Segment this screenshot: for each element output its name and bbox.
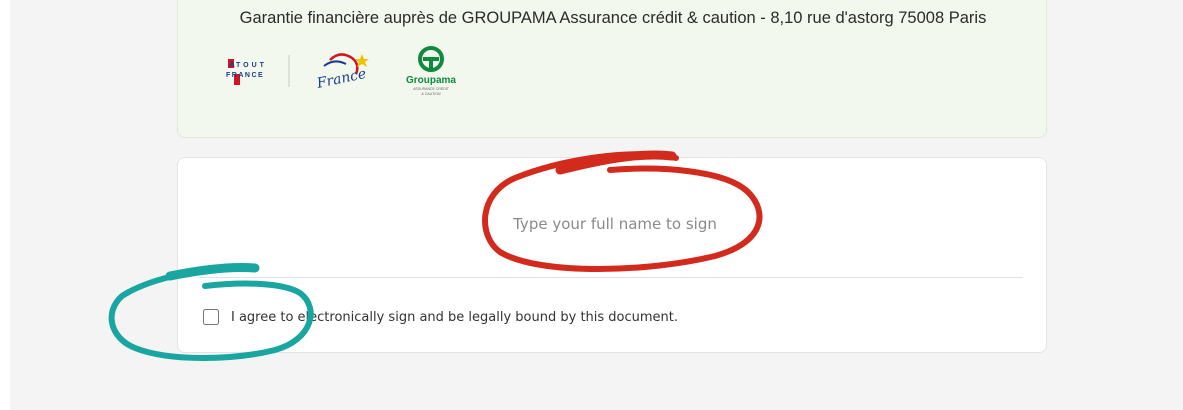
full-name-signature-input[interactable]: [378, 193, 852, 255]
signature-line: [198, 277, 1023, 278]
groupama-subtext-2: & CAUTION: [421, 92, 441, 96]
france-logo: France: [315, 53, 369, 92]
signature-card: I agree to electronically sign and be le…: [177, 157, 1047, 353]
groupama-subtext-1: ASSURANCE CRÉDIT: [413, 86, 450, 91]
france-logo-text: France: [315, 66, 368, 92]
agency-info-card: Garantie financière auprès de GROUPAMA A…: [177, 0, 1047, 138]
groupama-logo-text: Groupama: [406, 75, 456, 86]
groupama-logo: Groupama ASSURANCE CRÉDIT & CAUTION: [406, 46, 456, 96]
atout-bottom-text: FRANCE: [226, 72, 264, 79]
consent-checkbox[interactable]: [203, 309, 219, 325]
atout-top-text: TOUT: [236, 62, 267, 69]
financial-guarantee-text: Garantie financière auprès de GROUPAMA A…: [239, 9, 987, 27]
consent-label[interactable]: I agree to electronically sign and be le…: [231, 310, 678, 325]
atout-prefix: A: [229, 60, 235, 69]
consent-row: I agree to electronically sign and be le…: [203, 306, 678, 328]
atout-france-logo: A TOUT FRANCE: [226, 55, 290, 87]
